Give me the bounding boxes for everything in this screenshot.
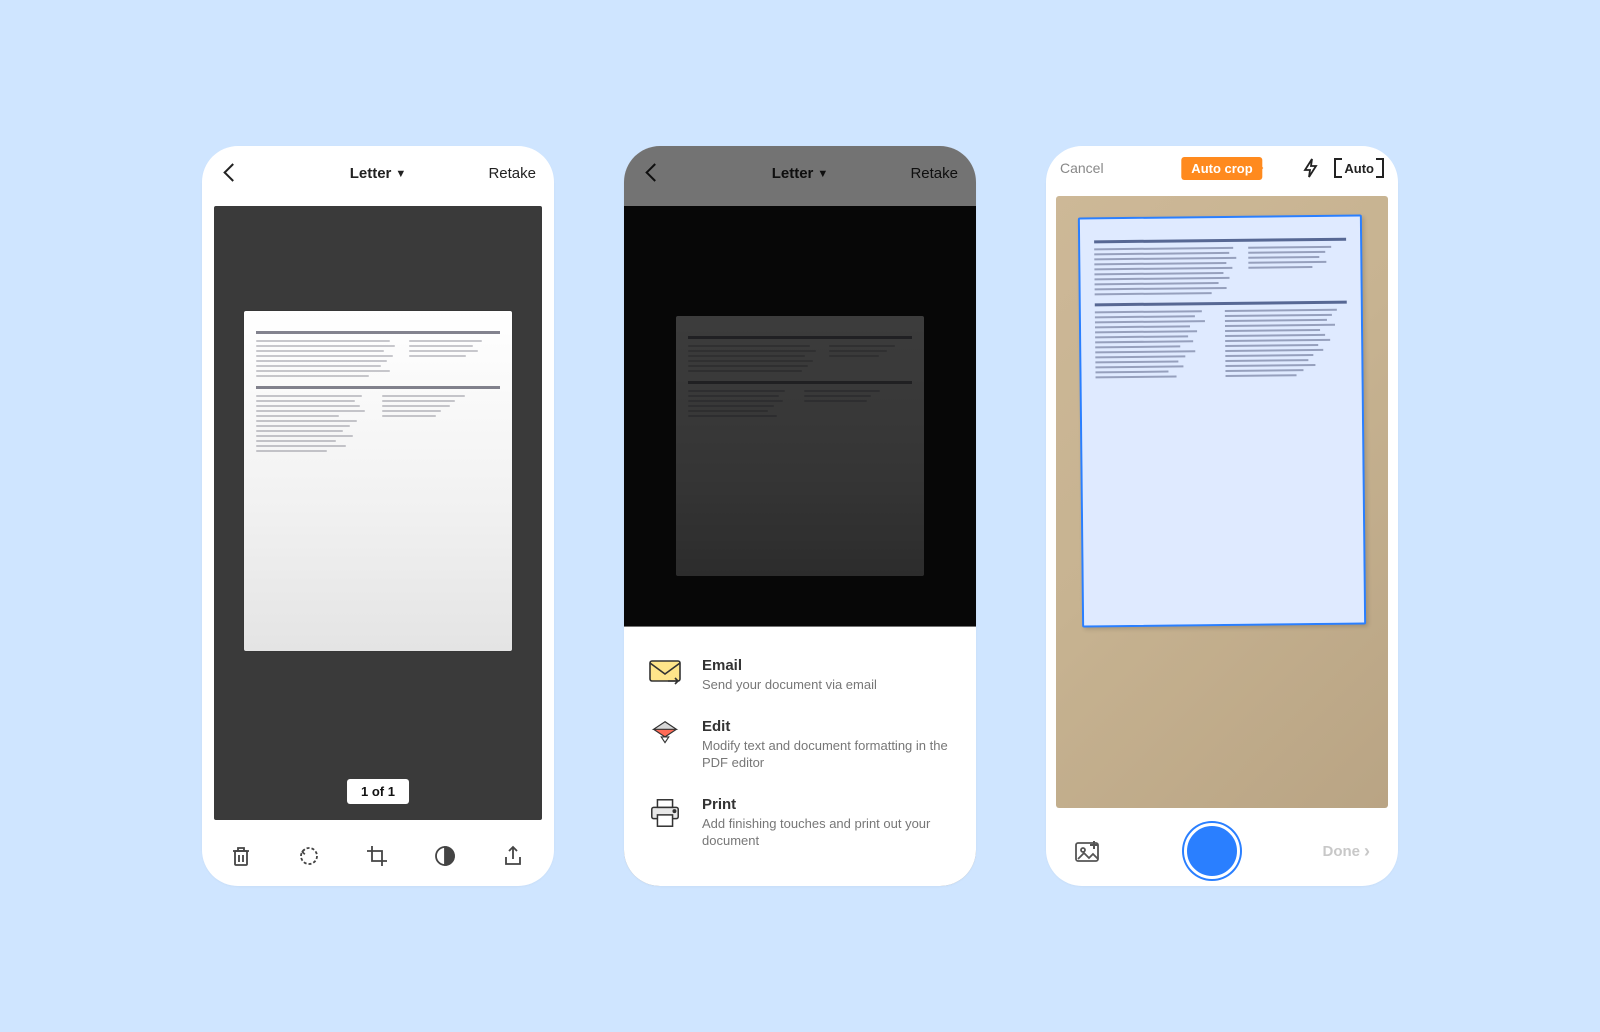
- scan-preview: 1 of 1: [214, 206, 542, 820]
- option-desc: Send your document via email: [702, 676, 877, 694]
- header: Letter▼ Retake: [202, 146, 554, 200]
- document-thumbnail[interactable]: [244, 311, 512, 651]
- crop-icon[interactable]: [365, 844, 391, 870]
- back-button[interactable]: [220, 162, 242, 184]
- rotate-icon[interactable]: [297, 844, 323, 870]
- chevron-right-icon: ›: [1364, 841, 1370, 862]
- option-title: Edit: [702, 718, 952, 735]
- print-icon: [648, 796, 684, 832]
- shutter-button[interactable]: [1184, 823, 1240, 879]
- edit-toolbar: [202, 828, 554, 886]
- option-email[interactable]: Email Send your document via email: [644, 645, 956, 706]
- page-counter: 1 of 1: [347, 779, 409, 804]
- retake-button[interactable]: Retake: [488, 165, 536, 182]
- screen-review: Letter▼ Retake: [202, 146, 554, 886]
- option-print[interactable]: Print Add finishing touches and print out…: [644, 784, 956, 862]
- option-title: Email: [702, 657, 877, 674]
- share-icon[interactable]: [501, 844, 527, 870]
- screen-share-sheet: Letter▼ Retake: [624, 146, 976, 886]
- cancel-button[interactable]: Cancel: [1060, 160, 1104, 176]
- capture-bottombar: Done›: [1046, 816, 1398, 886]
- edit-icon: [648, 718, 684, 754]
- chevron-down-icon: ▼: [395, 168, 406, 180]
- email-icon: [648, 657, 684, 693]
- page-size-label[interactable]: Letter: [350, 165, 392, 182]
- camera-viewport: [1056, 196, 1388, 808]
- delete-icon[interactable]: [229, 844, 255, 870]
- autocrop-badge[interactable]: Auto crop: [1181, 157, 1262, 180]
- gallery-icon[interactable]: [1074, 839, 1102, 863]
- screen-capture: Cancel Auto crop Auto: [1046, 146, 1398, 886]
- option-desc: Modify text and document formatting in t…: [702, 737, 952, 772]
- option-desc: Add finishing touches and print out your…: [702, 815, 952, 850]
- flash-mode-button[interactable]: Auto: [1334, 158, 1384, 178]
- option-title: Print: [702, 796, 952, 813]
- detected-document: [1078, 215, 1366, 628]
- flash-icon[interactable]: [1302, 158, 1320, 178]
- action-sheet: Email Send your document via email Edit Mo…: [624, 627, 976, 886]
- capture-header: Cancel Auto crop Auto: [1046, 146, 1398, 190]
- done-button[interactable]: Done›: [1323, 841, 1371, 862]
- option-edit[interactable]: Edit Modify text and document formatting …: [644, 706, 956, 784]
- filter-icon[interactable]: [433, 844, 459, 870]
